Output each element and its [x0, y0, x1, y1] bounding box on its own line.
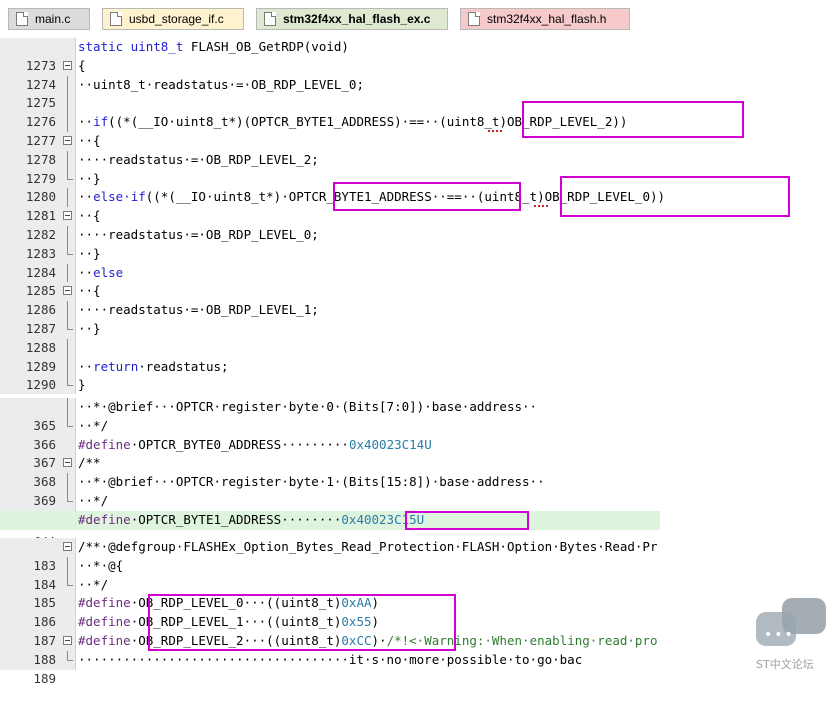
fold-collapse-icon[interactable]	[63, 454, 73, 473]
code-line: 1282 ··{	[25, 207, 101, 242]
code-line: 183 /**·@defgroup·FLASHEx_Option_Bytes_R…	[33, 538, 658, 573]
code-line: 1273 static uint8_t FLASH_OB_GetRDP(void…	[25, 39, 349, 73]
watermark-text: ST中文论坛	[756, 658, 814, 671]
code-panel-optcr-defines: 365 ··*·@brief···OPTCR·register·byte·0·(…	[0, 398, 800, 546]
fold-collapse-icon[interactable]	[63, 282, 73, 301]
c-file-icon	[110, 12, 122, 26]
code-line: 366 ··*/	[33, 416, 109, 452]
code-line: 367 #define·OPTCR_BYTE0_ADDRESS·········…	[33, 436, 432, 471]
watermark-dots: •••	[764, 627, 795, 643]
code-line: 1284 ··}	[25, 244, 101, 280]
code-line: 369 ··*·@brief···OPTCR·register·byte·1·(…	[33, 473, 545, 508]
code-line: 365 ··*·@brief···OPTCR·register·byte·0·(…	[33, 398, 538, 433]
fold-collapse-icon[interactable]	[63, 632, 73, 651]
code-line: 1289	[0, 338, 834, 374]
code-line: 1291 }	[0, 376, 834, 411]
code-line: 1279 ····readstatus·=·OB_RDP_LEVEL_2;	[25, 150, 319, 186]
fold-collapse-icon[interactable]	[63, 57, 73, 76]
code-line: 1288 ··}	[25, 320, 101, 355]
editor-tab-bar: main.c usbd_storage_if.c stm32f4xx_hal_f…	[0, 0, 834, 34]
tab-stm32f4xx-hal-flash-ex-c[interactable]: stm32f4xx_hal_flash_ex.c	[256, 8, 448, 30]
code-panel-flash-ex: 1273 static uint8_t FLASH_OB_GetRDP(void…	[0, 38, 800, 411]
code-line: 187 #define·OB_RDP_LEVEL_1···((uint8_t)0…	[33, 614, 380, 648]
tab-main-c[interactable]: main.c	[8, 8, 90, 30]
code-line: 1274 {	[25, 57, 86, 92]
tab-stm32f4xx-hal-flash-h[interactable]: stm32f4xx_hal_flash.h	[460, 8, 630, 30]
warning-squiggle	[534, 202, 548, 207]
code-line: 1283 ····readstatus·=·OB_RDP_LEVEL_0;	[25, 226, 319, 261]
code-line: 1286 ··{	[25, 282, 101, 318]
code-panel-rdp-defines: 183 /**·@defgroup·FLASHEx_Option_Bytes_R…	[0, 538, 800, 686]
c-file-icon	[16, 12, 28, 26]
code-line: 188 #define·OB_RDP_LEVEL_2···((uint8_t)0…	[33, 632, 658, 667]
code-line: 1281 ··else·if((*(__IO·uint8_t*)·OPTCR_B…	[25, 188, 666, 224]
code-line: 1280 ··}	[25, 169, 101, 205]
fold-collapse-icon[interactable]	[63, 538, 73, 557]
code-line: 370 ··*/	[0, 492, 834, 527]
code-line: 1285 ··else	[25, 263, 124, 299]
h-file-icon	[468, 12, 480, 26]
code-line: 1290 ··return·readstatus;	[25, 357, 229, 393]
code-line: 1275 ··uint8_t·readstatus·=·OB_RDP_LEVEL…	[25, 75, 364, 111]
code-line: 1278 ··{	[25, 132, 101, 167]
code-line: 1277 ··if((*(__IO·uint8_t*)(OPTCR_BYTE1_…	[25, 113, 628, 148]
code-line: 1287 ····readstatus·=·OB_RDP_LEVEL_1;	[25, 301, 319, 336]
c-file-icon	[264, 12, 276, 26]
code-line: 368 /**	[33, 454, 101, 490]
fold-collapse-icon[interactable]	[63, 132, 73, 151]
fold-collapse-icon[interactable]	[63, 207, 73, 226]
code-line: 184 ··*·@{	[33, 556, 124, 592]
code-line: 1276	[0, 94, 834, 129]
tab-usbd-storage-if-c[interactable]: usbd_storage_if.c	[102, 8, 244, 30]
code-line: 185 ··*/	[33, 575, 109, 611]
code-line: 186 #define·OB_RDP_LEVEL_0···((uint8_t)0…	[33, 595, 380, 630]
code-line: 189 ····································…	[33, 650, 583, 686]
code-line-highlighted: 371 #define·OPTCR_BYTE1_ADDRESS········0…	[0, 510, 660, 546]
warning-squiggle	[488, 127, 502, 132]
